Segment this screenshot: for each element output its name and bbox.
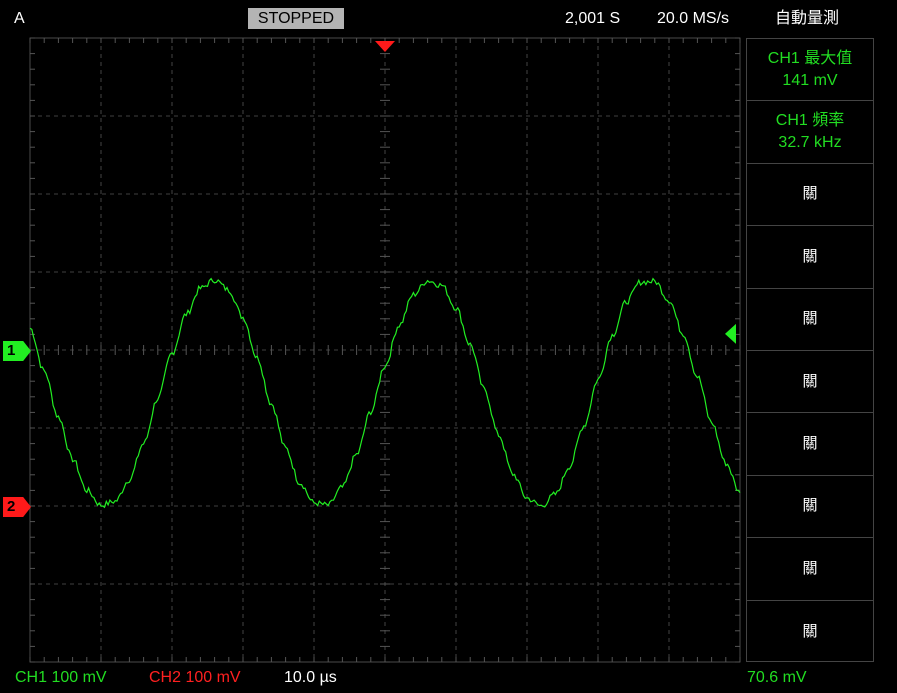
- measurement-slot-off[interactable]: 關: [747, 413, 873, 476]
- measurement-label: CH1 最大值: [767, 49, 853, 67]
- run-status-badge: STOPPED: [248, 8, 344, 29]
- measurement-label: CH1 頻率: [775, 112, 845, 130]
- record-length: 2,001 S: [565, 10, 621, 27]
- measurement-slot-off[interactable]: 關: [747, 164, 873, 227]
- menu-title: 自動量測: [775, 10, 840, 27]
- acquisition-mode: A: [14, 10, 25, 27]
- measurement-ch1-max[interactable]: CH1 最大值 141 mV: [747, 39, 873, 102]
- timebase: 10.0 µs: [284, 669, 337, 686]
- trigger-level-marker: [725, 323, 736, 344]
- measurement-slot-off[interactable]: 關: [747, 476, 873, 539]
- trigger-level-readout: 70.6 mV: [747, 669, 807, 686]
- ch1-scale: CH1 100 mV: [15, 669, 107, 686]
- sample-rate: 20.0 MS/s: [657, 10, 730, 27]
- measurement-ch1-frequency[interactable]: CH1 頻率 32.7 kHz: [747, 101, 873, 164]
- measurement-slot-off[interactable]: 關: [747, 538, 873, 601]
- measurement-slot-off[interactable]: 關: [747, 601, 873, 663]
- measurement-slot-off[interactable]: 關: [747, 226, 873, 289]
- measurement-value: 32.7 kHz: [778, 134, 842, 152]
- ch2-scale: CH2 100 mV: [149, 669, 241, 686]
- trigger-position-marker: [375, 41, 395, 52]
- measurement-value: 141 mV: [782, 71, 838, 89]
- measurement-slot-off[interactable]: 關: [747, 289, 873, 351]
- measurement-panel: CH1 最大值 141 mV CH1 頻率 32.7 kHz 關 關 關 關 關…: [746, 38, 874, 662]
- measurement-slot-off[interactable]: 關: [747, 351, 873, 414]
